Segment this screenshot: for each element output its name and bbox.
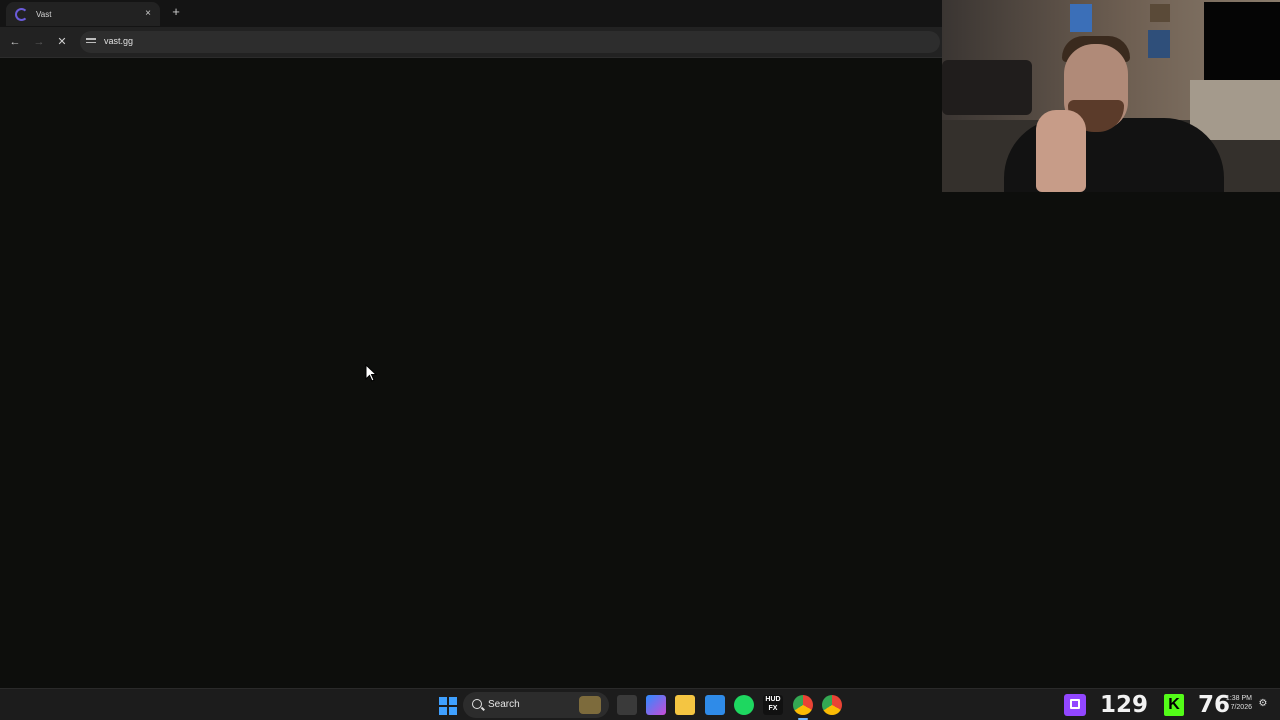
clock-date: 7/2026 xyxy=(1230,704,1252,711)
clock-time: 1:38 PM xyxy=(1225,695,1252,702)
taskbar-search[interactable]: Search xyxy=(463,692,609,718)
browser-toolbar: ← → ✕ vast.gg xyxy=(0,27,942,58)
search-label: Search xyxy=(488,699,520,710)
twitch-icon[interactable] xyxy=(1064,694,1086,716)
twitch-viewer-count: 129 xyxy=(1100,692,1149,718)
stop-loading-button[interactable]: ✕ xyxy=(55,35,69,49)
windows-start-icon[interactable] xyxy=(438,695,458,715)
search-icon xyxy=(472,699,482,709)
spotify-icon[interactable] xyxy=(734,695,754,715)
tab-title: Vast xyxy=(36,9,52,19)
site-info-icon[interactable] xyxy=(86,36,96,46)
new-tab-button[interactable]: + xyxy=(168,4,184,20)
chrome-alt-icon[interactable] xyxy=(822,695,842,715)
url-text[interactable]: vast.gg xyxy=(104,36,133,46)
screen: Vast × + ← → ✕ vast.gg Search HUD FX 129… xyxy=(0,0,1280,720)
mouse-cursor-icon xyxy=(365,364,377,382)
bell-icon[interactable]: ⚙ xyxy=(1257,698,1269,710)
file-explorer-icon[interactable] xyxy=(675,695,695,715)
close-tab-icon[interactable]: × xyxy=(141,7,155,21)
search-highlight-icon xyxy=(579,696,601,714)
webcam-overlay xyxy=(942,0,1280,192)
forward-button[interactable]: → xyxy=(32,35,46,49)
hud-fx-icon[interactable]: HUD FX xyxy=(763,695,783,715)
tab-vast[interactable]: Vast × xyxy=(6,2,160,26)
task-view-icon[interactable] xyxy=(617,695,637,715)
address-bar[interactable]: vast.gg xyxy=(80,31,940,53)
system-clock[interactable]: 1:38 PM 7/2026 xyxy=(1224,694,1252,712)
kick-icon[interactable]: K xyxy=(1164,694,1184,716)
notepad-icon[interactable] xyxy=(705,695,725,715)
tab-strip: Vast × + xyxy=(0,0,942,27)
copilot-icon[interactable] xyxy=(646,695,666,715)
tv-screen xyxy=(1204,2,1280,80)
chrome-icon[interactable] xyxy=(793,695,813,715)
back-button[interactable]: ← xyxy=(8,35,22,49)
taskbar: Search HUD FX 129 K 76 1:38 PM 7/2026 ⚙ xyxy=(0,688,1280,720)
loading-spinner-icon xyxy=(15,7,28,21)
